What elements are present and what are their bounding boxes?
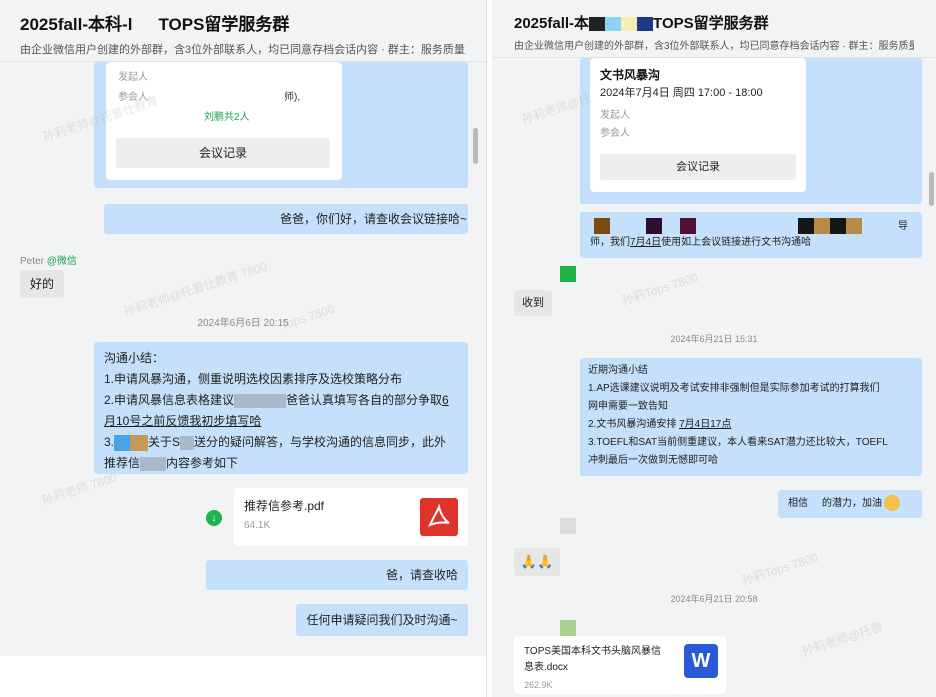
chat-subtitle: 由企业微信用户创建的外部群，含3位外部联系人，均已同意存档会话内容 · 群主：服… [20,44,466,56]
chat-panel-left: 2025fall-本科-l TOPS留学服务群 由企业微信用户创建的外部群，含3位… [0,0,486,697]
meeting-organizer-label: 发起人 [118,72,148,83]
chat-title: 2025fall-本科-l TOPS留学服务群 [20,15,290,34]
meeting-card[interactable]: 发起人 参会人 师), 刘鹏共2人 会议记录 [106,62,342,180]
message-meeting-link: 导 师，我们7月4日使用如上会议链接进行文书沟通哈 [580,212,922,258]
redaction-mask [814,218,830,234]
file-name: 推荐信参考.pdf [244,499,325,513]
meeting-card[interactable]: 文书风暴沟 2024年7月4日 周四 17:00 - 18:00 发起人 参会人… [590,58,806,192]
chat-header: 2025fall-本科-l TOPS留学服务群 由企业微信用户创建的外部群，含3位… [0,0,486,62]
message-received: 收到 [514,290,552,316]
meeting-attendees-label: 参会人 [600,128,630,139]
file-size: 64.1K [244,520,271,531]
meeting-time: 2024年7月4日 周四 17:00 - 18:00 [600,87,763,99]
word-icon: W [684,644,718,678]
redaction-mask [680,218,696,234]
chat-header: 2025fall-本 TOPS留学服务群 由企业微信用户创建的外部群，含3位外部联… [492,0,936,58]
meeting-record-button[interactable]: 会议记录 [116,138,330,168]
message-please-receive: 爸，请查收哈 [206,560,468,590]
redaction-mask [140,456,167,471]
message-emoji: 🙏🙏 [514,548,560,576]
meeting-organizer-label: 发起人 [600,110,630,121]
file-card-pdf[interactable]: 推荐信参考.pdf 64.1K [234,488,468,546]
message-summary: 沟通小结： 1.申请风暴沟通，侧重说明选校因素排序及选校策略分布 2.申请风暴信… [94,342,468,474]
redaction-mask [646,218,662,234]
redaction-mask [132,18,159,33]
redaction-mask [594,218,610,234]
meeting-count: 刘鹏共2人 [204,112,250,123]
timestamp: 2024年6月6日 20:15 [197,318,289,329]
redaction-mask [114,434,131,451]
file-name: TOPS美国本科文书头脑风暴信 息表.docx [524,646,662,673]
redaction-mask [234,393,287,408]
timestamp: 2024年6月21日 20:58 [670,594,758,604]
meeting-attendees-label: 参会人 [118,92,148,103]
redaction-mask [798,218,814,234]
avatar[interactable] [560,266,576,282]
download-icon[interactable]: ↓ [206,510,222,526]
redaction-mask [130,434,149,451]
message-ok: 好的 [20,270,64,298]
chat-subtitle: 由企业微信用户创建的外部群，含3位外部联系人，均已同意存档会话内容 · 群主：服… [514,41,914,52]
meeting-record-button[interactable]: 会议记录 [600,154,796,180]
redaction-mask [830,218,846,234]
message-meeting-link: 爸爸，你们好，请查收会议链接哈~ [104,204,468,234]
pdf-icon [420,498,458,536]
meeting-title: 文书风暴沟 [600,68,661,82]
avatar[interactable] [560,620,576,636]
timestamp: 2024年6月21日 15:31 [670,334,758,344]
redaction-mask [180,435,195,450]
redaction-mask [621,17,638,32]
avatar[interactable] [560,518,576,534]
emoji-icon [884,495,900,512]
bottom-area [0,656,486,697]
file-card-docx[interactable]: TOPS美国本科文书头脑风暴信 息表.docx 262.9K W [514,636,726,694]
scrollbar-thumb[interactable] [929,172,934,206]
message-contact: 任何申请疑问我们及时沟通~ [296,604,468,636]
redaction-mask [846,218,862,234]
chat-title: 2025fall-本 TOPS留学服务群 [514,15,769,32]
message-summary: 近期沟通小结 1.AP选课建议说明及考试安排非强制但是实际参加考试的打算我们 网… [580,358,922,476]
redaction-mask [605,17,622,32]
chat-panel-right: 2025fall-本 TOPS留学服务群 由企业微信用户创建的外部群，含3位外部联… [492,0,936,697]
sender-name: Peter @微信 [20,256,77,267]
meeting-attendees-value: 师), [284,92,301,103]
file-size: 262.9K [524,680,553,690]
scrollbar-thumb[interactable] [473,128,478,164]
redaction-mask [589,17,606,32]
redaction-mask [637,17,654,32]
message-believe: 相信 的潜力，加油 [778,490,922,518]
